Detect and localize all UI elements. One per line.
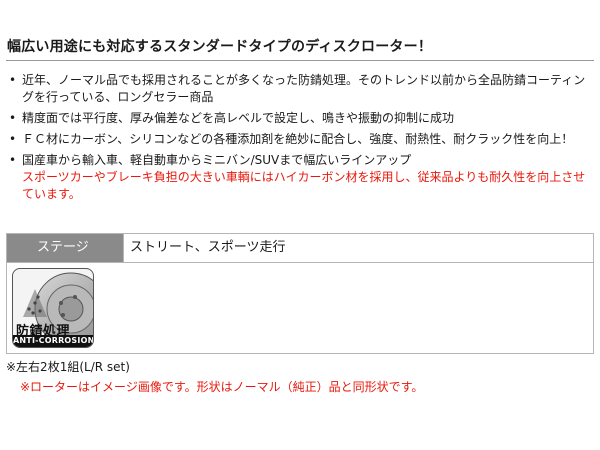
section-heading: 幅広い用途にも対応するスタンダードタイプのディスクローター！ <box>7 39 433 55</box>
feature-list: • 近年、ノーマル品でも採用されることが多くなった防錆処理。そのトレンド以前から… <box>6 72 594 203</box>
feature-text: 国産車から輸入車、軽自動車からミニバン/SUVまで幅広いラインアップ <box>22 153 412 167</box>
feature-highlight-text: スポーツカーやブレーキ負担の大きい車輌にはハイカーボン材を採用し、従来品よりも耐… <box>22 170 586 201</box>
spec-table: ステージ ストリート、スポーツ走行 防錆処理 ANTI-CORROSION <box>6 233 594 354</box>
set-note: ※左右2枚1組(L/R set) <box>6 360 130 374</box>
bullet-marker: • <box>9 111 17 125</box>
heading-divider <box>6 60 594 61</box>
feature-text: 精度面では平行度、厚み偏差などを高レベルで設定し、鳴きや振動の抑制に成功 <box>22 111 455 125</box>
spec-label: ステージ <box>7 234 123 262</box>
feature-text: ＦＣ材にカーボン、シリコンなどの各種添加剤を絶妙に配合し、強度、耐熱性、耐クラッ… <box>22 132 574 146</box>
feature-item: • 国産車から輸入車、軽自動車からミニバン/SUVまで幅広いラインアップ スポー… <box>6 152 594 203</box>
image-disclaimer: ※ローターはイメージ画像です。形状はノーマル（純正）品と同形状です。 <box>20 380 424 394</box>
spec-value: ストリート、スポーツ走行 <box>123 234 593 262</box>
feature-text: 近年、ノーマル品でも採用されることが多くなった防錆処理。そのトレンド以前から全品… <box>22 73 586 104</box>
bullet-marker: • <box>9 73 17 87</box>
anti-corrosion-badge: 防錆処理 ANTI-CORROSION <box>12 268 94 348</box>
feature-item: • 精度面では平行度、厚み偏差などを高レベルで設定し、鳴きや振動の抑制に成功 <box>6 110 594 127</box>
feature-item: • 近年、ノーマル品でも採用されることが多くなった防錆処理。そのトレンド以前から… <box>6 72 594 106</box>
bullet-marker: • <box>9 132 17 146</box>
spec-row-divider <box>7 262 593 263</box>
feature-item: • ＦＣ材にカーボン、シリコンなどの各種添加剤を絶妙に配合し、強度、耐熱性、耐ク… <box>6 131 594 148</box>
badge-sublabel: ANTI-CORROSION <box>13 335 94 347</box>
bullet-marker: • <box>9 153 17 167</box>
